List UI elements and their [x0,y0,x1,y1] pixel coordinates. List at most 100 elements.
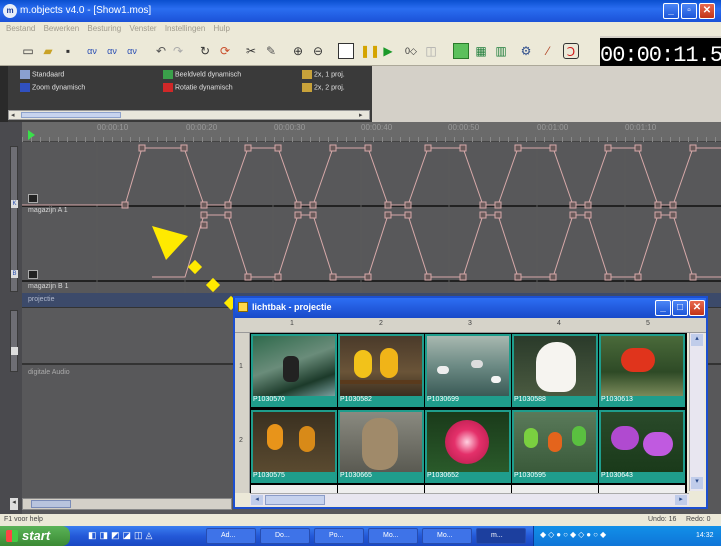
taskbar-item[interactable]: Mo... [368,528,418,544]
tools-icon[interactable]: ⚙ [518,43,534,59]
thumbnail-label: P1030613 [601,396,633,403]
thumbnail-image [253,412,335,472]
thumbnail[interactable]: P1030613 [599,334,685,407]
scroll-right-icon[interactable]: ▸ [359,111,363,119]
remove-track-icon[interactable]: αν [124,43,140,59]
scroll-thumb[interactable] [21,112,121,118]
lightbox-vertical-scrollbar[interactable]: ▴ ▾ [689,333,704,491]
zoom-out-icon[interactable]: ⊖ [310,43,326,59]
pen-icon[interactable]: ✎ [263,43,279,59]
windows-logo-icon [6,530,18,542]
redo-icon[interactable]: ↷ [170,43,186,59]
refresh-icon[interactable]: ↻ [197,43,213,59]
scroll-thumb[interactable] [31,500,71,508]
grid-icon[interactable]: ▥ [493,43,509,59]
lightbox-column-header: 1 2 3 4 5 [235,318,706,333]
thumbnail[interactable]: P1030643 [599,410,685,483]
effect-item[interactable]: Beeldveld dynamisch [163,70,241,79]
lightbox-minimize-button[interactable]: _ [655,300,671,316]
effect-label: 2x, 1 proj. [314,71,345,79]
menu-window[interactable]: Venster [129,24,156,33]
wand-icon[interactable]: ⁄ [540,43,556,59]
lightbox-close-button[interactable]: ✕ [689,300,705,316]
taskbar-item[interactable]: Mo... [422,528,472,544]
loop-icon[interactable]: Ↄ [563,43,579,59]
menu-edit[interactable]: Bewerken [44,24,80,33]
timeline-scrollbar[interactable] [22,498,232,510]
taskbar-item-active[interactable]: m... [476,528,526,544]
thumbnail[interactable]: P1030588 [512,334,598,407]
track-b-icon[interactable]: B [11,270,18,278]
row-label: 2 [239,437,243,444]
rotate-icon [163,83,173,92]
menu-control[interactable]: Besturing [87,24,121,33]
scroll-left-icon[interactable]: ◂ [10,498,18,510]
lightbox-title-bar[interactable]: lichtbak - projectie _ □ ✕ [235,298,706,318]
lightbox-maximize-button[interactable]: □ [672,300,688,316]
scroll-left-icon[interactable]: ◂ [11,111,15,119]
effect-item[interactable]: Zoom dynamisch [20,83,85,92]
scroll-left-icon[interactable]: ◂ [251,495,263,505]
thumbnail-image [427,336,509,396]
scroll-down-icon[interactable]: ▾ [691,477,703,489]
add-track-icon[interactable]: αν [84,43,100,59]
thumbnail[interactable]: P1030699 [425,334,511,407]
effect-item[interactable]: 2x, 2 proj. [302,83,345,92]
cut-icon[interactable]: ✂ [243,43,259,59]
menu-settings[interactable]: Instellingen [165,24,205,33]
taskbar-item[interactable]: Do... [260,528,310,544]
effect-item[interactable]: Rotatie dynamisch [163,83,233,92]
link-icon[interactable]: ⟳ [217,43,233,59]
thumbnail[interactable]: P1030570 [251,334,337,407]
close-button[interactable]: ✕ [699,3,715,19]
film-icon[interactable]: ▦ [473,43,489,59]
zoom-in-icon[interactable]: ⊕ [290,43,306,59]
thumbnail[interactable]: P1030665 [338,410,424,483]
taskbar-item[interactable]: Po... [314,528,364,544]
minimize-button[interactable]: _ [663,3,679,19]
scroll-thumb[interactable] [265,495,325,505]
effect-item[interactable]: Standaard [20,70,64,79]
thumbnail[interactable]: P1030575 [251,410,337,483]
comment-icon[interactable]: ◫ [423,43,439,59]
taskbar-item-label: m... [491,532,503,539]
scroll-right-icon[interactable]: ▸ [675,495,687,505]
taskbar-item-label: Mo... [383,532,399,539]
thumbnail-image [427,412,509,472]
ruler-label: 00:00:40 [361,123,393,132]
app-icon[interactable]: m [3,4,17,18]
lightbox-horizontal-scrollbar[interactable]: ◂ ▸ [250,493,689,506]
undo-icon[interactable]: ↶ [153,43,169,59]
pause-icon[interactable]: ❚❚ [360,43,380,59]
taskbar-item-label: Ad... [221,532,236,539]
scroll-up-icon[interactable]: ▴ [691,334,703,346]
marker-icon[interactable]: 0◇ [403,43,419,59]
thumbnail-image [340,412,422,472]
thumbnail[interactable]: P1030595 [512,410,598,483]
menu-file[interactable]: Bestand [6,24,35,33]
projection-track-icon[interactable] [11,347,18,355]
menu-help[interactable]: Hulp [214,24,230,33]
status-help: F1 voor help [4,516,43,523]
quick-launch-icons[interactable]: ◧◨◩◪◫◬ [88,530,198,542]
tray-icons[interactable]: ◆◇●○◆◇●○◆ [540,530,608,539]
preview-icon[interactable] [453,43,469,59]
lightbox-title: lichtbak - projectie [252,302,332,312]
new-file-icon[interactable]: ▭ [20,43,36,59]
play-icon[interactable]: ▶ [380,43,396,59]
start-button[interactable]: start [0,526,70,546]
track-a-icon[interactable]: K [11,200,18,208]
taskbar-item[interactable]: Ad... [206,528,256,544]
thumbnail[interactable]: P1030652 [425,410,511,483]
lightbox-window[interactable]: lichtbak - projectie _ □ ✕ 1 2 3 4 5 1 2… [233,296,708,509]
thumbnail[interactable]: P1030582 [338,334,424,407]
save-icon[interactable]: ▪ [60,43,76,59]
effects-scrollbar[interactable]: ◂ ▸ [8,110,370,120]
frame-icon[interactable] [338,43,354,59]
time-ruler[interactable]: 00:00:10 00:00:20 00:00:30 00:00:40 00:0… [22,122,721,142]
open-folder-icon[interactable]: ▰ [40,43,56,59]
add-track-2-icon[interactable]: αν [104,43,120,59]
restore-button[interactable]: ▫ [681,3,697,19]
timeline-tracks[interactable] [22,143,721,293]
effect-item[interactable]: 2x, 1 proj. [302,70,345,79]
